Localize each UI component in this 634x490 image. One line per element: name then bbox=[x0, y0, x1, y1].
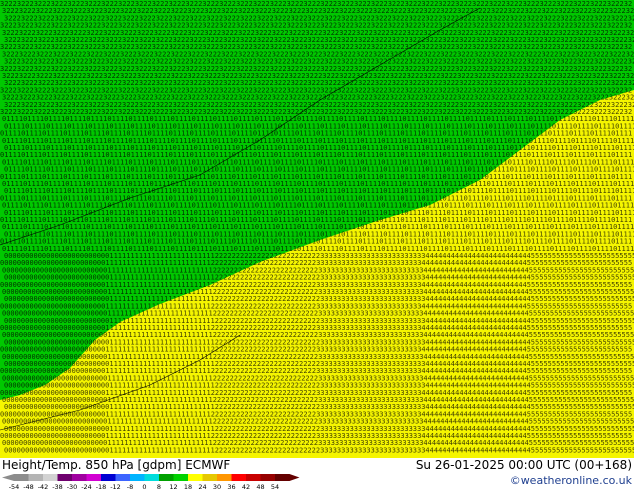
legend-swatch bbox=[115, 474, 130, 481]
legend-swatch bbox=[130, 474, 145, 481]
legend-swatch bbox=[14, 474, 29, 481]
legend-label: 12 bbox=[169, 483, 177, 490]
legend-swatch bbox=[217, 474, 232, 481]
legend-label: 8 bbox=[157, 483, 161, 490]
legend-label: -8 bbox=[127, 483, 133, 490]
contour-value-texture: 3222322232223222322232223222322232223222… bbox=[0, 0, 634, 454]
legend-swatch bbox=[86, 474, 101, 481]
legend-label: -24 bbox=[81, 483, 92, 490]
map-title: Height/Temp. 850 hPa [gdpm] ECMWF bbox=[2, 458, 231, 472]
legend-label: -30 bbox=[67, 483, 78, 490]
credit-text: ©weatheronline.co.uk bbox=[509, 474, 632, 487]
legend-label: -48 bbox=[23, 483, 34, 490]
legend-label: -12 bbox=[110, 483, 121, 490]
legend-label: 42 bbox=[242, 483, 250, 490]
legend-label: -38 bbox=[52, 483, 63, 490]
legend-swatch bbox=[144, 474, 159, 481]
weather-map: 3222322232223222322232223222322232223222… bbox=[0, 0, 634, 458]
map-datetime: Su 26-01-2025 00:00 UTC (00+168) bbox=[415, 458, 632, 472]
legend-label: 0 bbox=[142, 483, 146, 490]
legend-label: 36 bbox=[227, 483, 235, 490]
legend-label: -54 bbox=[9, 483, 20, 490]
legend-label: 24 bbox=[198, 483, 206, 490]
legend-label: 30 bbox=[213, 483, 221, 490]
legend-swatch bbox=[202, 474, 217, 481]
legend-label: -18 bbox=[96, 483, 107, 490]
legend-swatch bbox=[231, 474, 246, 481]
legend-label: -42 bbox=[38, 483, 49, 490]
contour-digit-row: 0000000000000000000000000111111111111111… bbox=[4, 446, 634, 454]
legend-arrow-right bbox=[289, 474, 300, 481]
legend-swatch bbox=[246, 474, 261, 481]
legend-swatch bbox=[275, 474, 290, 481]
legend-swatch bbox=[173, 474, 188, 481]
legend-label: 54 bbox=[271, 483, 279, 490]
legend-swatch bbox=[159, 474, 174, 481]
legend-swatch bbox=[188, 474, 203, 481]
legend-swatch bbox=[260, 474, 275, 481]
legend-swatch bbox=[28, 474, 43, 481]
legend-label: 18 bbox=[184, 483, 192, 490]
color-legend: -54 -48 -42 -38 -30 -24 -18 -12 -8 0 8 12 18 24 30 36 42… bbox=[2, 474, 300, 490]
legend-swatch bbox=[43, 474, 58, 481]
legend-label: 48 bbox=[256, 483, 264, 490]
legend-swatch bbox=[101, 474, 116, 481]
legend-swatch bbox=[72, 474, 87, 481]
legend-swatch bbox=[57, 474, 72, 481]
map-footer: Height/Temp. 850 hPa [gdpm] ECMWF Su 26-… bbox=[0, 458, 634, 490]
legend-arrow-left bbox=[2, 474, 14, 481]
